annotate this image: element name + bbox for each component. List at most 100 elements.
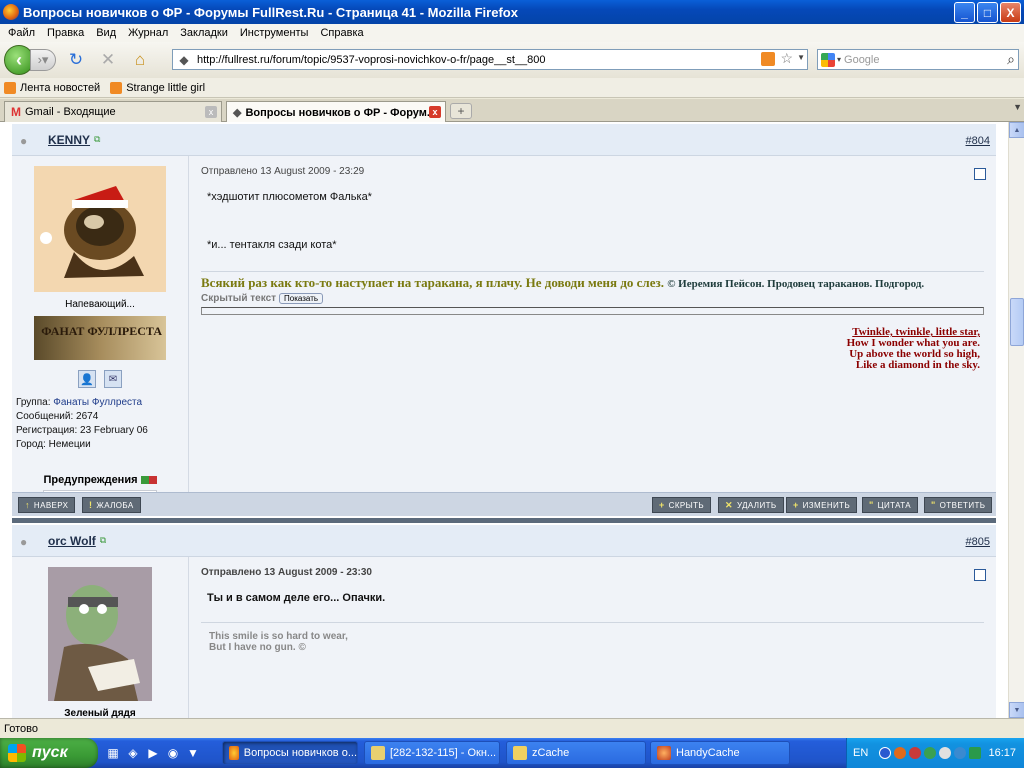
group-label: Группа: bbox=[16, 397, 51, 408]
menu-bookmarks[interactable]: Закладки bbox=[174, 27, 234, 39]
network-icon[interactable]: ◈ bbox=[124, 744, 142, 762]
task-firefox[interactable]: Вопросы новичков о... bbox=[222, 741, 358, 765]
scroll-down-icon[interactable]: ▼ bbox=[1009, 702, 1024, 718]
avatar[interactable] bbox=[34, 166, 166, 292]
post-author-link[interactable]: orc Wolf bbox=[48, 534, 96, 548]
warnings-label: Предупреждения bbox=[43, 474, 138, 486]
total-commander-icon[interactable]: ▦ bbox=[104, 744, 122, 762]
spoiler-label: Скрытый текст bbox=[201, 293, 277, 304]
external-link-icon[interactable]: ⧉ bbox=[100, 535, 106, 546]
tray-app-icon[interactable] bbox=[894, 747, 907, 759]
task-zcache[interactable]: zCache bbox=[506, 741, 646, 765]
warn-plus-icon[interactable] bbox=[148, 476, 157, 484]
poem-line: Like a diamond in the sky. bbox=[855, 359, 980, 371]
post-header: ● KENNY ⧉ #804 bbox=[12, 124, 996, 156]
close-button[interactable]: X bbox=[1000, 2, 1021, 23]
google-icon[interactable] bbox=[821, 52, 835, 67]
scroll-up-icon[interactable]: ▲ bbox=[1009, 122, 1024, 138]
media-play-icon[interactable]: ▶ bbox=[144, 744, 162, 762]
menu-view[interactable]: Вид bbox=[90, 27, 122, 39]
scroll-thumb[interactable] bbox=[1010, 298, 1024, 346]
profile-icon[interactable]: 👤 bbox=[78, 370, 96, 388]
search-bar[interactable]: ▾ Google ⌕ bbox=[817, 49, 1019, 70]
maximize-button[interactable]: □ bbox=[977, 2, 998, 23]
warn-minus-icon[interactable] bbox=[140, 476, 149, 484]
clock[interactable]: 16:17 bbox=[988, 747, 1016, 759]
select-post-checkbox[interactable] bbox=[974, 569, 986, 581]
tab-gmail[interactable]: M Gmail - Входящие x bbox=[4, 101, 222, 122]
url-bar[interactable]: ◆ http://fullrest.ru/forum/topic/9537-vo… bbox=[172, 49, 808, 70]
avatar[interactable] bbox=[48, 567, 152, 701]
edit-button[interactable]: + ИЗМЕНИТЬ bbox=[786, 497, 858, 513]
user-title: Зеленый дядя bbox=[64, 708, 136, 718]
tab-list-icon[interactable]: ▼ bbox=[1013, 102, 1022, 112]
bookmark-news-feed[interactable]: Лента новостей bbox=[4, 81, 100, 94]
report-button[interactable]: ! ЖАЛОБА bbox=[82, 497, 141, 513]
search-icon[interactable]: ⌕ bbox=[1007, 51, 1015, 68]
url-text[interactable]: http://fullrest.ru/forum/topic/9537-vopr… bbox=[197, 54, 546, 66]
post-line: Ты и в самом деле его... Опачки. bbox=[207, 592, 386, 604]
tab-forum[interactable]: ◆ Вопросы новичков о ФР - Форум... x bbox=[226, 101, 446, 123]
stop-icon[interactable]: ✕ bbox=[96, 48, 120, 72]
author-details: Группа: Фанаты Фуллреста Сообщений: 2674… bbox=[12, 396, 188, 452]
menu-file[interactable]: Файл bbox=[2, 27, 41, 39]
menu-tools[interactable]: Инструменты bbox=[234, 27, 315, 39]
language-indicator[interactable]: EN bbox=[853, 747, 868, 759]
tray-app-icon[interactable] bbox=[924, 747, 937, 759]
post-header: ● orc Wolf ⧉ #805 bbox=[12, 525, 996, 557]
search-placeholder[interactable]: Google bbox=[844, 54, 879, 66]
post-number-link[interactable]: #805 bbox=[966, 536, 990, 548]
status-bar: Готово bbox=[0, 718, 1024, 738]
minimize-button[interactable]: _ bbox=[954, 2, 975, 23]
new-tab-button[interactable]: + bbox=[450, 103, 472, 119]
tray-app-icon[interactable] bbox=[969, 747, 982, 759]
group-link[interactable]: Фанаты Фуллреста bbox=[53, 397, 142, 408]
to-top-button[interactable]: ↑ НАВЕРХ bbox=[18, 497, 76, 513]
search-engine-dropdown-icon[interactable]: ▾ bbox=[837, 55, 841, 64]
user-icon: ● bbox=[20, 133, 28, 148]
reload-icon[interactable]: ↻ bbox=[64, 48, 88, 72]
task-label: HandyCache bbox=[676, 747, 740, 759]
menu-edit[interactable]: Правка bbox=[41, 27, 90, 39]
start-button[interactable]: пуск bbox=[0, 738, 98, 768]
vertical-scrollbar[interactable]: ▲ ▼ bbox=[1008, 122, 1024, 718]
hide-button[interactable]: + СКРЫТЬ bbox=[652, 497, 712, 513]
reply-button[interactable]: " ОТВЕТИТЬ bbox=[924, 497, 993, 513]
bookmark-strange-little-girl[interactable]: Strange little girl bbox=[110, 81, 205, 94]
spoiler-box bbox=[201, 307, 984, 315]
quote-button[interactable]: " ЦИТАТА bbox=[862, 497, 919, 513]
home-icon[interactable]: ⌂ bbox=[128, 48, 152, 72]
site-identity-icon[interactable]: ◆ bbox=[175, 52, 193, 68]
tab-close-icon[interactable]: x bbox=[429, 106, 441, 118]
forum-post: ● orc Wolf ⧉ #805 Зеленый дядя Отправлен bbox=[12, 525, 996, 718]
post-footer: ↑ НАВЕРХ ! ЖАЛОБА + СКРЫТЬ ✕ УДАЛИТЬ + ИЗМЕНИ… bbox=[12, 492, 996, 516]
bookmark-star-icon[interactable]: ☆ bbox=[780, 50, 793, 67]
rss-icon[interactable] bbox=[761, 52, 775, 66]
message-icon[interactable]: ✉ bbox=[104, 370, 122, 388]
user-icon: ● bbox=[20, 534, 28, 549]
user-title: Напевающий... bbox=[65, 299, 135, 310]
external-link-icon[interactable]: ⧉ bbox=[94, 134, 100, 145]
task-label: zCache bbox=[532, 747, 570, 759]
show-desktop-icon[interactable]: ▼ bbox=[184, 744, 202, 762]
tab-close-icon[interactable]: x bbox=[205, 106, 217, 118]
post-author-link[interactable]: KENNY bbox=[48, 133, 90, 147]
post-number-link[interactable]: #804 bbox=[966, 135, 990, 147]
menu-help[interactable]: Справка bbox=[314, 27, 369, 39]
spoiler-show-button[interactable]: Показать bbox=[279, 293, 324, 304]
gmail-icon: M bbox=[11, 105, 21, 119]
task-explorer[interactable]: [282-132-115] - Окн... bbox=[364, 741, 500, 765]
tray-app-icon[interactable] bbox=[939, 747, 952, 759]
select-post-checkbox[interactable] bbox=[974, 168, 986, 180]
tray-app-icon[interactable] bbox=[954, 747, 967, 759]
menu-history[interactable]: Журнал bbox=[122, 27, 174, 39]
task-label: [282-132-115] - Окн... bbox=[390, 747, 497, 759]
rank-banner-text: ФАНАТ ФУЛЛРЕСТА bbox=[41, 324, 162, 338]
delete-button[interactable]: ✕ УДАЛИТЬ bbox=[718, 497, 784, 513]
media-player-icon[interactable]: ◉ bbox=[164, 744, 182, 762]
url-dropdown-icon[interactable]: ▼ bbox=[797, 53, 805, 62]
forward-button[interactable]: ›▾ bbox=[30, 49, 56, 71]
tray-app-icon[interactable] bbox=[909, 747, 922, 759]
task-handycache[interactable]: HandyCache bbox=[650, 741, 790, 765]
tray-arrow-icon[interactable] bbox=[879, 747, 892, 759]
